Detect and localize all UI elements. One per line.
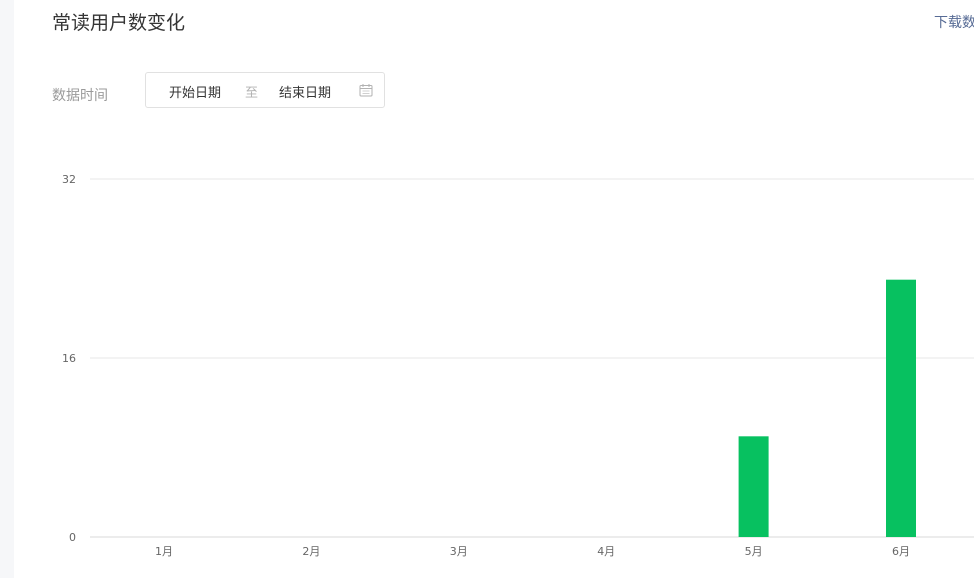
end-date-input[interactable]: 结束日期 [279, 82, 331, 101]
start-date-input[interactable]: 开始日期 [169, 82, 221, 101]
data-time-label: 数据时间 [52, 88, 108, 104]
chart-panel: 常读用户数变化 下载数 数据时间 开始日期 至 结束日期 [14, 0, 974, 578]
date-separator: 至 [245, 86, 259, 101]
calendar-icon[interactable] [359, 83, 373, 97]
download-data-link[interactable]: 下载数 [934, 12, 974, 32]
page-title: 常读用户数变化 [52, 12, 186, 34]
date-range-picker[interactable]: 开始日期 至 结束日期 [145, 72, 385, 108]
